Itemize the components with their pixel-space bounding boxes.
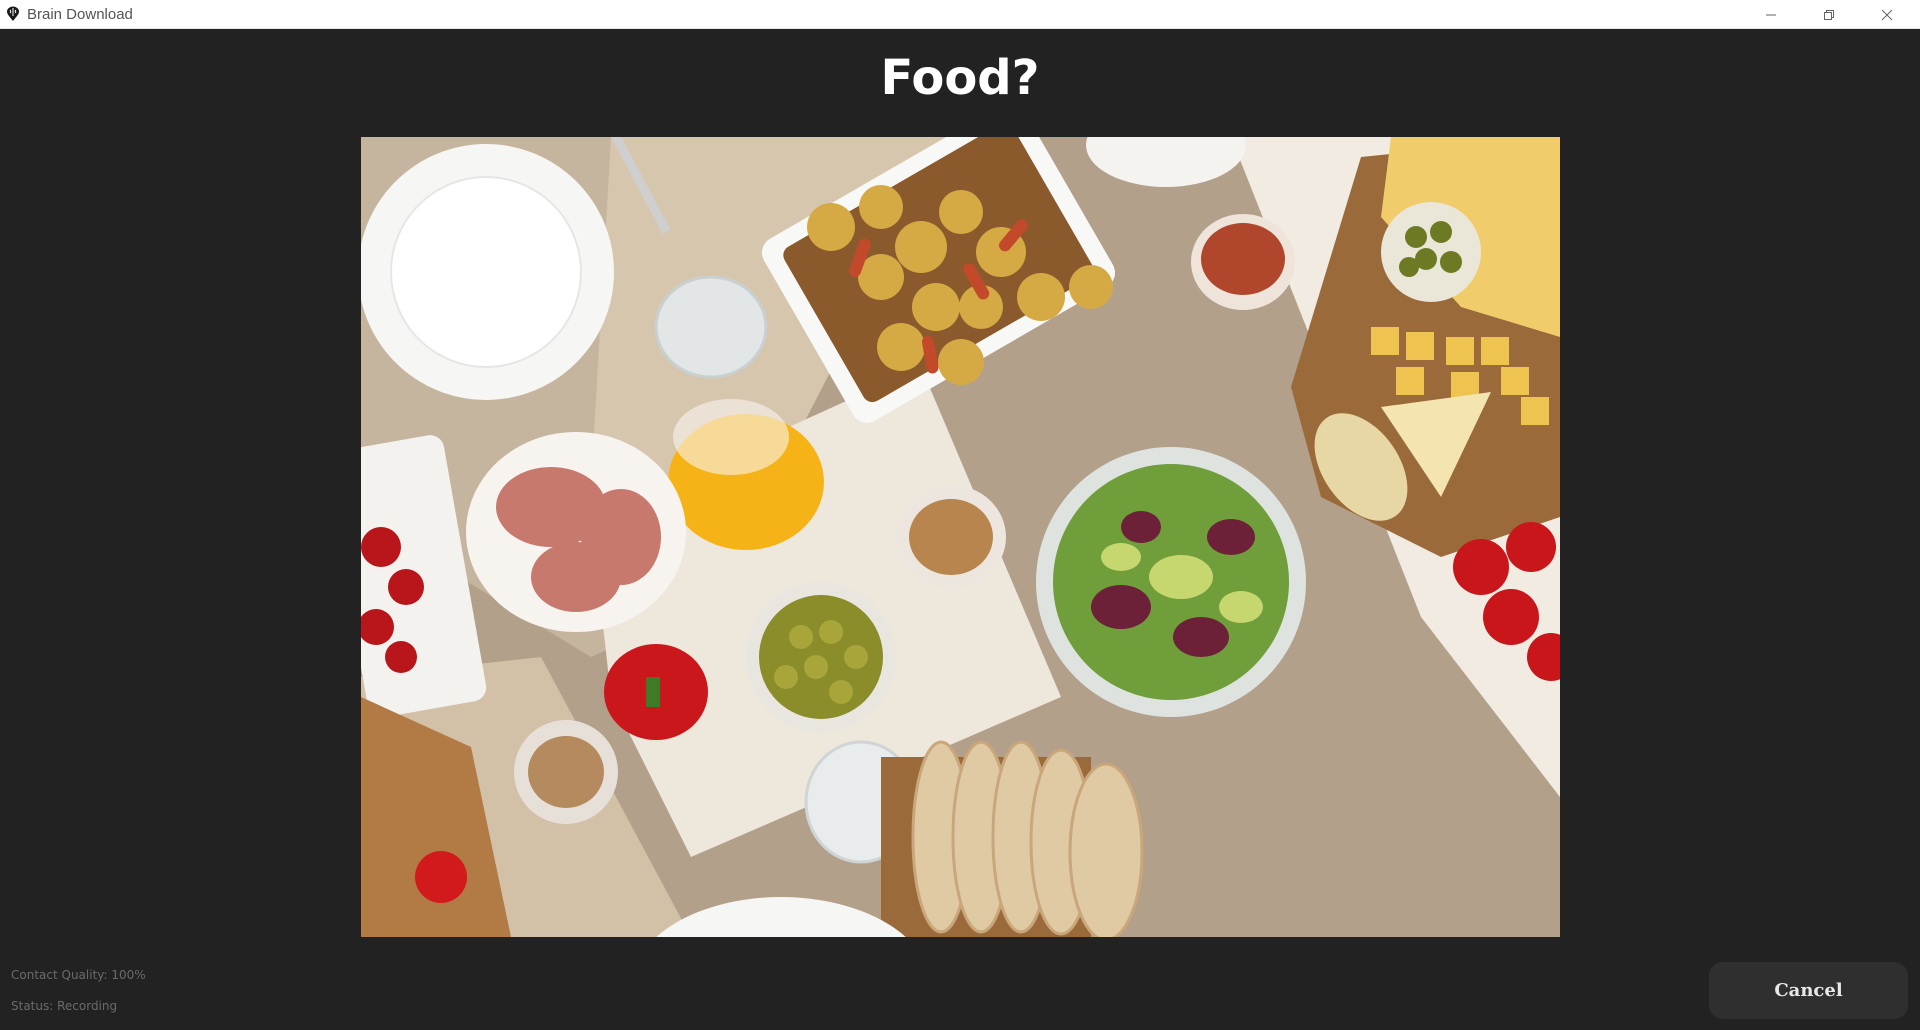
minimize-button[interactable] <box>1742 0 1800 29</box>
close-icon <box>1881 9 1893 20</box>
restore-icon <box>1824 9 1834 20</box>
cancel-button[interactable]: Cancel <box>1709 962 1908 1019</box>
window-title: Brain Download <box>27 6 133 23</box>
recording-status: Status: Recording <box>11 999 118 1013</box>
restore-button[interactable] <box>1800 0 1858 29</box>
contact-quality-status: Contact Quality: 100% <box>11 968 146 982</box>
prompt-question: Food? <box>880 50 1040 106</box>
minimize-icon <box>1766 14 1776 15</box>
food-table-photo <box>361 137 1560 937</box>
close-button[interactable] <box>1858 0 1916 29</box>
brain-pin-icon <box>6 6 20 22</box>
title-bar: Brain Download <box>0 0 1920 29</box>
